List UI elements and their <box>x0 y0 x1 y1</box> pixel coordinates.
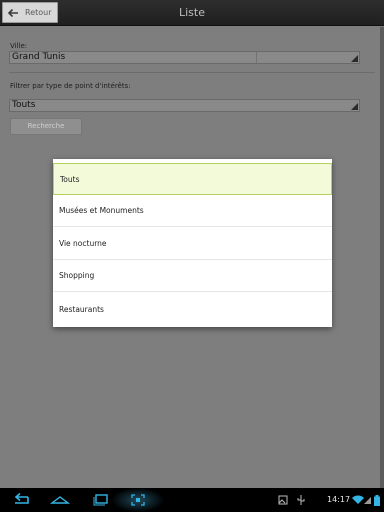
screenshot-button[interactable] <box>112 488 164 512</box>
nav-recent-apps-icon[interactable] <box>91 492 111 506</box>
filter-value: Touts <box>12 100 36 110</box>
screenshot-icon <box>131 494 145 506</box>
nav-home-icon[interactable] <box>50 492 70 506</box>
ville-label: Ville: <box>10 42 28 50</box>
filter-label: Filtrer par type de point d'intérêts: <box>10 82 131 90</box>
dialog-item-label: Shopping <box>59 271 95 280</box>
section-divider <box>9 72 375 73</box>
scroll-edge <box>380 27 384 488</box>
dialog-item-label: Vie nocturne <box>59 239 107 248</box>
battery-icon <box>374 495 380 506</box>
filter-dialog: Touts Musées et Monuments Vie nocturne S… <box>53 159 332 327</box>
filter-spinner[interactable]: Touts <box>9 99 360 112</box>
spinner-arrow-icon <box>351 55 358 62</box>
dialog-item-label: Touts <box>60 174 80 184</box>
dialog-item-label: Musées et Monuments <box>59 206 144 215</box>
gallery-icon <box>278 495 288 505</box>
ville-spinner[interactable]: Grand Tunis <box>9 51 360 64</box>
usb-icon <box>297 495 305 505</box>
page-title: Liste <box>179 6 205 19</box>
clock-time: 14:17 <box>327 495 351 504</box>
ville-value: Grand Tunis <box>12 52 66 62</box>
system-nav-bar: 14:17 <box>0 488 384 512</box>
field-divider <box>256 52 257 63</box>
dialog-item-restaurants[interactable]: Restaurants <box>53 293 332 325</box>
dialog-item-touts[interactable]: Touts <box>53 163 332 195</box>
nav-back-icon[interactable] <box>10 492 30 506</box>
dialog-item-shopping[interactable]: Shopping <box>53 260 332 292</box>
dialog-item-label: Restaurants <box>59 304 104 314</box>
spinner-arrow-icon <box>351 103 358 110</box>
signal-icon <box>364 497 371 504</box>
search-button[interactable]: Recherche <box>10 118 82 135</box>
dialog-item-musees[interactable]: Musées et Monuments <box>53 195 332 227</box>
action-bar: Retour Liste <box>0 0 384 26</box>
wifi-icon <box>352 495 364 504</box>
dialog-item-vie-nocturne[interactable]: Vie nocturne <box>53 228 332 260</box>
